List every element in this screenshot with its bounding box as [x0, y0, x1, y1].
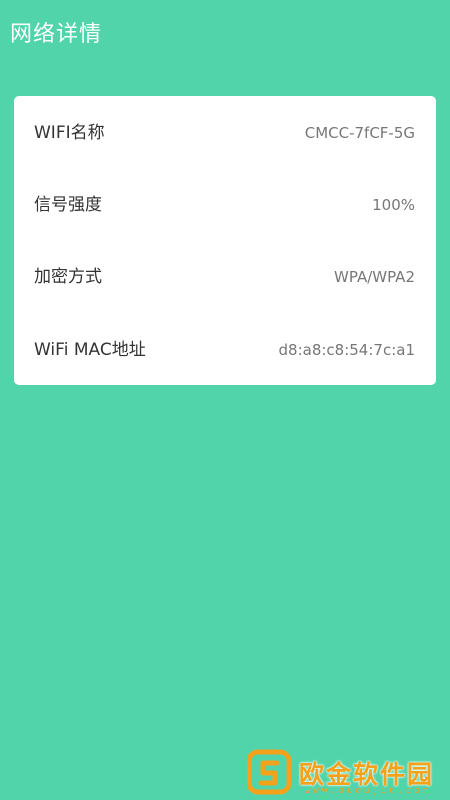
- page-title: 网络详情: [10, 22, 103, 47]
- detail-row-signal-strength: 信号强度 100%: [14, 169, 436, 241]
- signal-strength-value: 100%: [372, 196, 415, 214]
- watermark: 欧金软件园 www.ououjin.com: [247, 749, 447, 797]
- encryption-label: 加密方式: [34, 267, 102, 287]
- signal-strength-label: 信号强度: [34, 195, 102, 215]
- watermark-logo-icon: [247, 749, 292, 795]
- detail-row-encryption: 加密方式 WPA/WPA2: [14, 241, 436, 313]
- encryption-value: WPA/WPA2: [334, 268, 415, 286]
- watermark-url: www.ououjin.com: [305, 786, 432, 796]
- detail-row-wifi-name: WIFI名称 CMCC-7fCF-5G: [14, 97, 436, 169]
- network-detail-card: WIFI名称 CMCC-7fCF-5G 信号强度 100% 加密方式 WPA/W…: [14, 96, 436, 385]
- wifi-name-label: WIFI名称: [34, 123, 105, 143]
- mac-address-label: WiFi MAC地址: [34, 340, 146, 360]
- detail-row-mac-address: WiFi MAC地址 d8:a8:c8:54:7c:a1: [14, 314, 436, 386]
- app-header: 网络详情: [0, 0, 450, 70]
- mac-address-value: d8:a8:c8:54:7c:a1: [278, 341, 415, 359]
- wifi-name-value: CMCC-7fCF-5G: [304, 124, 415, 142]
